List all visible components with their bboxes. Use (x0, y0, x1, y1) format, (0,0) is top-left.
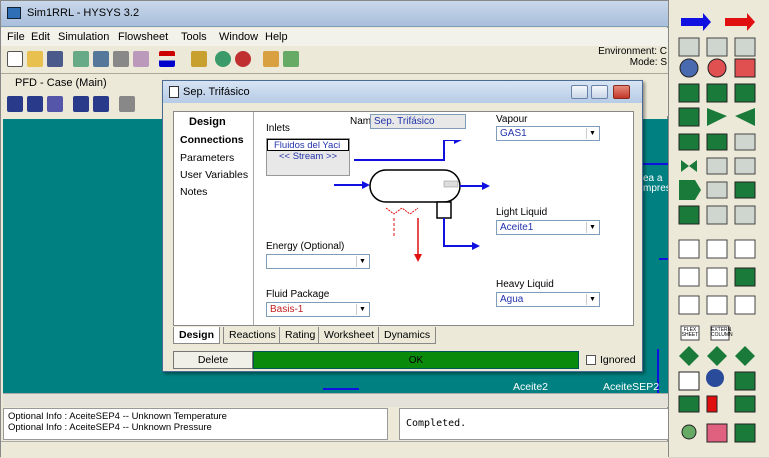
zoom-all-icon[interactable] (7, 96, 23, 112)
light-liquid-select[interactable]: Aceite1 ▼ (496, 220, 600, 235)
menu-flowsheet[interactable]: Flowsheet (118, 31, 168, 43)
mode-text: Mode: S (629, 57, 667, 68)
menu-help[interactable]: Help (265, 31, 288, 43)
workbook-icon[interactable] (73, 51, 89, 67)
flask-icon[interactable] (263, 51, 279, 67)
menu-file[interactable]: File (7, 31, 25, 43)
nav-header: Design (189, 116, 226, 128)
zoom-in-icon[interactable] (27, 96, 43, 112)
object-palette: FLEX SHEET EXTERN COLUMN (668, 0, 769, 457)
window-title: Sim1RRL - HYSYS 3.2 (27, 7, 140, 19)
nav-item-user-variables[interactable]: User Variables (180, 169, 248, 181)
close-icon[interactable] (613, 85, 630, 99)
chevron-down-icon[interactable]: ▼ (586, 294, 598, 305)
solver-green-icon[interactable] (215, 51, 231, 67)
stream-blue-icon (681, 13, 711, 31)
pfd-title: PFD - Case (Main) (15, 77, 107, 89)
pfd-icon[interactable] (93, 51, 109, 67)
search-icon[interactable] (119, 96, 135, 112)
ignored-checkbox[interactable] (586, 355, 596, 365)
name-input[interactable]: Sep. Trifásico (370, 114, 466, 129)
toolbar (1, 46, 669, 74)
dialog-body: Design Connections Parameters User Varia… (173, 111, 634, 326)
binoculars-icon[interactable] (113, 51, 129, 67)
boot (436, 201, 452, 219)
delete-button[interactable]: Delete (173, 351, 253, 369)
environment-info: Environment: C Mode: S (587, 46, 667, 68)
canvas-label[interactable]: Aceite2 (513, 381, 548, 393)
break-icon[interactable] (93, 96, 109, 112)
fit-icon[interactable] (47, 96, 63, 112)
heavy-liquid-select[interactable]: Agua ▼ (496, 292, 600, 307)
nav-item-notes[interactable]: Notes (180, 186, 207, 198)
tab-dynamics[interactable]: Dynamics (378, 327, 437, 344)
fluid-package-select[interactable]: Basis-1 ▼ (266, 302, 370, 317)
tab-worksheet[interactable]: Worksheet (318, 327, 380, 344)
streams-icon[interactable] (159, 51, 175, 67)
record-icon[interactable] (133, 51, 149, 67)
vapour-label: Vapour (496, 114, 528, 125)
light-liquid-value: Aceite1 (500, 222, 534, 233)
energy-label: Energy (Optional) (266, 241, 345, 252)
separator-dialog: Sep. Trifásico Design Connections Parame… (162, 80, 643, 372)
stream-red-icon (725, 13, 755, 31)
heavy-liquid-stream (443, 218, 474, 247)
dialog-title-bar: Sep. Trifásico (163, 81, 642, 103)
canvas-label[interactable]: AceiteSEP2 (603, 381, 659, 393)
open-file-icon[interactable] (27, 51, 43, 67)
title-bar: Sim1RRL - HYSYS 3.2 (1, 1, 669, 27)
tab-design[interactable]: Design (173, 327, 221, 344)
tab-rating[interactable]: Rating (279, 327, 322, 344)
new-file-icon[interactable] (7, 51, 23, 67)
menu-simulation[interactable]: Simulation (58, 31, 109, 43)
app-icon (7, 7, 21, 19)
horizontal-scrollbar[interactable] (3, 393, 669, 407)
canvas-label: mpres (643, 183, 671, 194)
separator-diagram (334, 140, 490, 262)
chevron-down-icon[interactable]: ▼ (586, 222, 598, 233)
maximize-icon[interactable] (591, 85, 608, 99)
ignored-label: Ignored (600, 354, 636, 366)
solver-red-icon[interactable] (235, 51, 251, 67)
attach-icon[interactable] (73, 96, 89, 112)
chevron-down-icon[interactable]: ▼ (356, 304, 368, 315)
info-line: Optional Info : AceiteSEP4 -- Unknown Te… (8, 411, 227, 422)
extern-column-label[interactable]: EXTERN COLUMN (711, 328, 733, 338)
light-liquid-label: Light Liquid (496, 207, 548, 218)
nav-item-connections[interactable]: Connections (180, 134, 244, 146)
status-bar-ok: OK (253, 351, 579, 369)
separator-icon (169, 86, 179, 98)
environment-text: Environment: C (598, 46, 667, 57)
tab-reactions[interactable]: Reactions (223, 327, 282, 344)
vapour-value: GAS1 (500, 128, 527, 139)
info-panel: Optional Info : AceiteSEP4 -- Unknown Te… (3, 408, 388, 440)
dialog-title: Sep. Trifásico (183, 86, 250, 98)
vapour-select[interactable]: GAS1 ▼ (496, 126, 600, 141)
menu-edit[interactable]: Edit (31, 31, 50, 43)
vapour-stream (354, 140, 454, 161)
inlets-label: Inlets (266, 123, 290, 134)
minimize-icon[interactable] (571, 85, 588, 99)
menu-tools[interactable]: Tools (181, 31, 207, 43)
save-icon[interactable] (47, 51, 63, 67)
heater-coil (385, 207, 419, 215)
status-panel: Completed. (399, 408, 669, 440)
chevron-down-icon[interactable]: ▼ (586, 128, 598, 139)
heavy-liquid-label: Heavy Liquid (496, 279, 554, 290)
fluid-package-value: Basis-1 (270, 304, 304, 315)
bottom-bar (1, 441, 669, 458)
curve-icon[interactable] (191, 51, 207, 67)
menu-window[interactable]: Window (219, 31, 258, 43)
nav-item-parameters[interactable]: Parameters (180, 152, 234, 164)
frog-icon[interactable] (283, 51, 299, 67)
menu-bar: File Edit Simulation Flowsheet Tools Win… (1, 28, 669, 46)
info-line: Optional Info : AceiteSEP4 -- Unknown Pr… (8, 422, 212, 433)
design-nav: Design Connections Parameters User Varia… (174, 112, 254, 325)
flex-sheet-label[interactable]: FLEX SHEET (681, 328, 699, 338)
fluid-package-label: Fluid Package (266, 289, 330, 300)
heavy-liquid-value: Agua (500, 294, 524, 305)
